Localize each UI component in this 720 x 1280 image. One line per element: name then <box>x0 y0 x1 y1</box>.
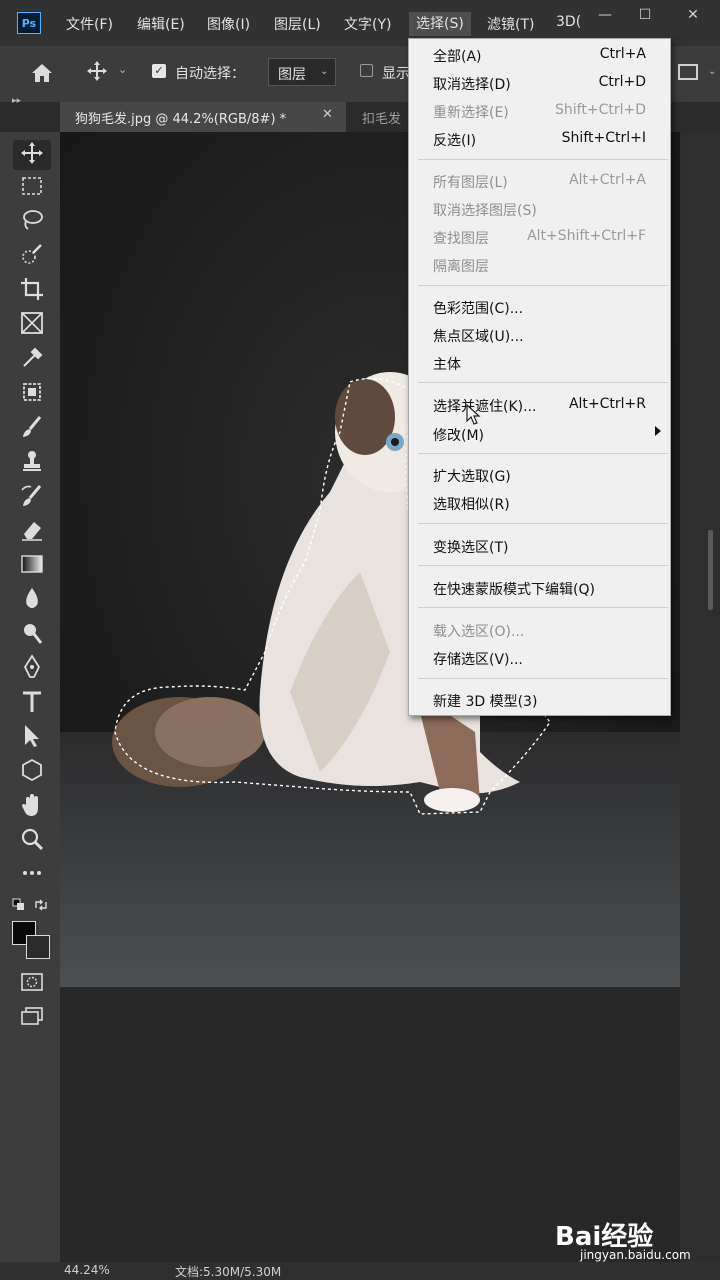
menu-select[interactable]: 选择(S) <box>409 12 471 36</box>
menu-shortcut: Ctrl+A <box>599 46 646 62</box>
chevron-down-icon[interactable]: ⌄ <box>118 63 127 76</box>
menu-item: 取消选择图层(S) <box>433 203 537 219</box>
app-logo: Ps <box>17 12 41 34</box>
history-brush-icon[interactable] <box>18 482 46 510</box>
menu-shortcut: Shift+Ctrl+I <box>561 130 646 146</box>
menu-edit[interactable]: 编辑(E) <box>137 14 185 34</box>
chevron-down-icon[interactable]: ⌄ <box>708 66 716 77</box>
move-icon[interactable] <box>86 60 108 82</box>
vertical-scrollbar[interactable] <box>708 530 713 610</box>
marquee-icon[interactable] <box>18 172 46 200</box>
menu-item[interactable]: 修改(M) <box>433 425 484 445</box>
shape-icon[interactable] <box>18 756 46 784</box>
type-icon[interactable] <box>18 688 46 716</box>
auto-select-label: 自动选择： <box>175 66 245 82</box>
show-transform-checkbox[interactable] <box>360 64 373 77</box>
mouse-cursor-icon <box>466 404 481 425</box>
gradient-icon[interactable] <box>18 550 46 578</box>
background-color-swatch[interactable] <box>26 935 50 959</box>
pen-icon[interactable] <box>18 653 46 681</box>
watermark-url: jingyan.baidu.com <box>580 1248 691 1262</box>
menu-shortcut: Alt+Shift+Ctrl+F <box>527 228 646 244</box>
menu-item: 所有图层(L) <box>433 175 508 191</box>
layer-select-value: 图层 <box>278 67 306 83</box>
tab-close-icon[interactable]: ✕ <box>322 107 333 122</box>
swap-colors-icon[interactable] <box>34 898 48 912</box>
menu-separator <box>418 285 668 286</box>
menu-item: 载入选区(O)... <box>433 624 525 640</box>
menu-shortcut: Shift+Ctrl+D <box>555 102 646 118</box>
menu-item: 查找图层 <box>433 231 489 247</box>
blur-icon[interactable] <box>18 585 46 613</box>
menu-item[interactable]: 选取相似(R) <box>433 494 510 514</box>
menu-separator <box>418 382 668 383</box>
menu-item: 重新选择(E) <box>433 105 509 121</box>
menu-image[interactable]: 图像(I) <box>207 14 250 34</box>
menu-item[interactable]: 反选(I) <box>433 130 476 150</box>
menu-layer[interactable]: 图层(L) <box>274 14 321 34</box>
path-select-icon[interactable] <box>18 722 46 750</box>
menu-item[interactable]: 选择并遮住(K)... <box>433 396 536 416</box>
menu-separator <box>418 523 668 524</box>
maximize-icon[interactable]: ☐ <box>636 6 654 24</box>
menu-separator <box>418 565 668 566</box>
menu-separator <box>418 159 668 160</box>
workspace-icon[interactable] <box>678 64 698 80</box>
show-transform-label: 显示 <box>382 66 410 82</box>
eraser-icon[interactable] <box>18 516 46 544</box>
zoom-level[interactable]: 44.24% <box>64 1263 110 1277</box>
menu-separator <box>418 607 668 608</box>
menu-separator <box>418 678 668 679</box>
close-icon[interactable]: ✕ <box>684 6 702 24</box>
menu-separator <box>418 453 668 454</box>
menu-shortcut: Ctrl+D <box>598 74 646 90</box>
dodge-icon[interactable] <box>18 619 46 647</box>
menu-file[interactable]: 文件(F) <box>66 14 113 34</box>
eyedropper-icon[interactable] <box>18 344 46 372</box>
menu-item[interactable]: 主体 <box>433 354 461 374</box>
frame-icon[interactable] <box>18 309 46 337</box>
default-colors-icon[interactable] <box>12 898 26 912</box>
chevron-down-icon: ⌄ <box>320 66 329 77</box>
screen-mode-icon[interactable] <box>20 1006 44 1026</box>
menu-item[interactable]: 扩大选取(G) <box>433 466 511 486</box>
healing-icon[interactable] <box>18 378 46 406</box>
move-icon[interactable] <box>18 139 46 167</box>
collapse-panel-icon[interactable]: ▸▸ <box>12 96 21 106</box>
quick-mask-icon[interactable] <box>20 972 44 992</box>
menu-item[interactable]: 新建 3D 模型(3) <box>433 691 537 711</box>
menu-item: 隔离图层 <box>433 259 489 275</box>
minimize-icon[interactable]: — <box>596 6 614 24</box>
menu-shortcut: Alt+Ctrl+R <box>568 396 646 412</box>
menu-item[interactable]: 存储选区(V)... <box>433 649 523 669</box>
tab-document-2[interactable]: 扣毛发 <box>362 108 401 127</box>
menu-item[interactable]: 变换选区(T) <box>433 537 508 557</box>
home-icon[interactable] <box>30 62 54 84</box>
tab-label: 狗狗毛发.jpg @ 44.2%(RGB/8#) * <box>75 112 287 127</box>
menu-item[interactable]: 色彩范围(C)... <box>433 298 523 318</box>
stamp-icon[interactable] <box>18 447 46 475</box>
submenu-arrow-icon <box>655 426 661 436</box>
menu-item[interactable]: 焦点区域(U)... <box>433 326 524 346</box>
menu-3d[interactable]: 3D( <box>556 14 581 30</box>
document-size: 文档:5.30M/5.30M <box>175 1265 282 1279</box>
crop-icon[interactable] <box>18 275 46 303</box>
right-panel-strip <box>680 132 720 1262</box>
menu-item[interactable]: 在快速蒙版模式下编辑(Q) <box>433 579 595 599</box>
menu-item[interactable]: 全部(A) <box>433 46 482 66</box>
brush-icon[interactable] <box>18 413 46 441</box>
menu-item[interactable]: 取消选择(D) <box>433 74 511 94</box>
menu-filter[interactable]: 滤镜(T) <box>487 14 534 34</box>
auto-select-checkbox[interactable]: ✓ <box>152 64 166 78</box>
menu-type[interactable]: 文字(Y) <box>344 14 391 34</box>
menu-shortcut: Alt+Ctrl+A <box>569 172 646 188</box>
quick-select-icon[interactable] <box>18 241 46 269</box>
more-icon[interactable] <box>18 859 46 887</box>
lasso-icon[interactable] <box>18 206 46 234</box>
hand-icon[interactable] <box>18 791 46 819</box>
zoom-icon[interactable] <box>18 825 46 853</box>
